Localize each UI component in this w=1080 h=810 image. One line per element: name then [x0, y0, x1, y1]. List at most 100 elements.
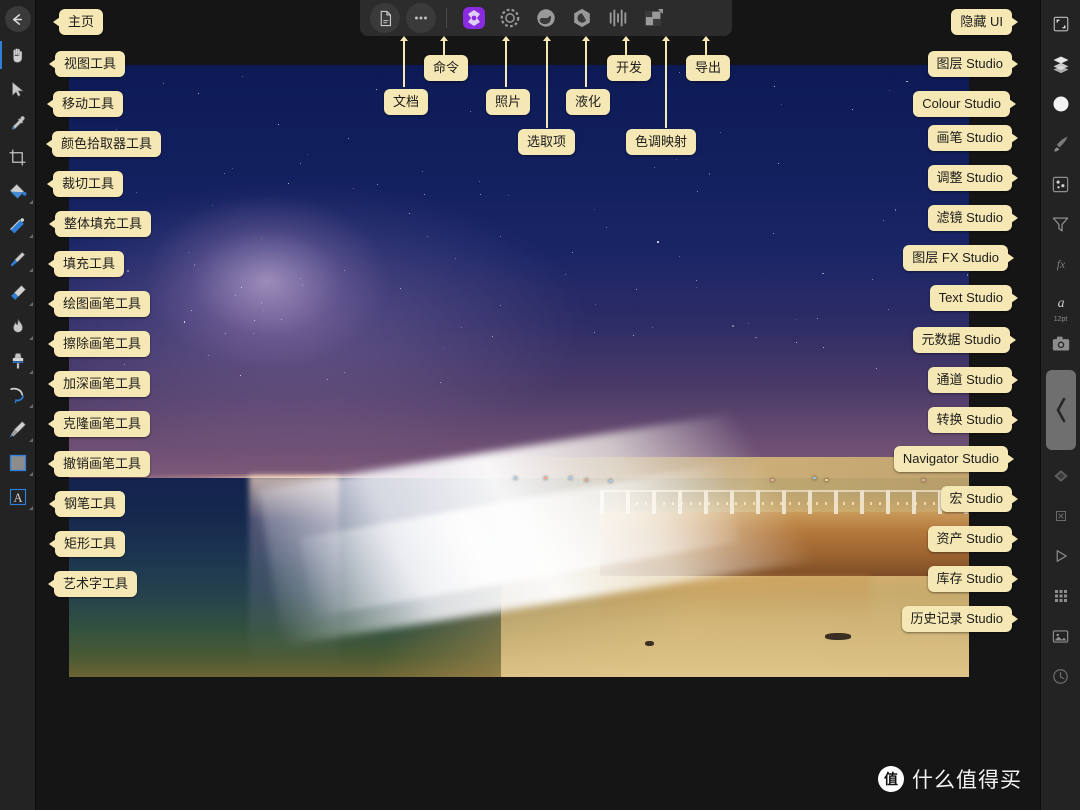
commands-button[interactable]	[406, 3, 436, 33]
star	[261, 237, 263, 239]
paint-bucket-icon	[9, 183, 27, 199]
star	[905, 80, 908, 83]
leader-selections-persona	[543, 36, 551, 128]
star	[116, 129, 118, 131]
cursor-icon	[12, 81, 24, 97]
persona-liquify[interactable]	[529, 3, 563, 33]
star	[301, 284, 304, 286]
document-button[interactable]	[370, 3, 400, 33]
persona-photo[interactable]	[457, 3, 491, 33]
top-toolbar[interactable]	[360, 0, 732, 36]
callout-studio-macro: 宏 Studio	[940, 486, 1019, 512]
callout-studio-text: Text Studio	[929, 285, 1019, 311]
star	[719, 132, 721, 134]
star	[299, 162, 301, 164]
tool-paint-brush[interactable]	[0, 242, 36, 276]
tool-flyout-indicator	[28, 336, 33, 340]
star	[231, 168, 233, 170]
studio-transform[interactable]	[1041, 496, 1080, 536]
studio-history[interactable]	[1041, 656, 1080, 696]
tool-undo-brush[interactable]	[0, 378, 36, 412]
macro-play-icon	[1054, 590, 1067, 602]
star	[306, 153, 308, 155]
star	[352, 188, 354, 190]
distant-light	[513, 477, 517, 480]
star	[234, 294, 236, 296]
hide-ui-icon	[1053, 16, 1068, 32]
star	[240, 286, 242, 288]
callout-studio-assets: 资产 Studio	[927, 526, 1019, 552]
brush-icon	[1053, 136, 1068, 152]
tool-flood-fill-all[interactable]	[0, 174, 36, 208]
studio-brushes[interactable]	[1041, 124, 1080, 164]
tool-colour-picker[interactable]	[0, 106, 36, 140]
star	[633, 334, 635, 336]
studio-assets[interactable]	[1041, 616, 1080, 656]
star	[774, 85, 776, 87]
filter-funnel-icon	[1052, 217, 1069, 231]
star	[376, 183, 378, 185]
tool-clone-brush[interactable]	[0, 344, 36, 378]
star	[253, 319, 255, 321]
tool-fill[interactable]	[0, 208, 36, 242]
adjustment-icon	[1052, 176, 1069, 192]
rectangle-icon	[9, 454, 26, 472]
studio-layers[interactable]	[1041, 44, 1080, 84]
studio-macro[interactable]	[1041, 576, 1080, 616]
tool-rectangle[interactable]	[0, 446, 36, 480]
tool-crop[interactable]	[0, 140, 36, 174]
affinity-photo-window: A fx a 12pt 主页 视图工具 移动工具 颜色拾取器工具 裁切工具 整体…	[0, 0, 1080, 810]
star	[183, 320, 186, 323]
right-studio-toolbar[interactable]: fx a 12pt	[1040, 0, 1080, 810]
studio-channels[interactable]	[1041, 456, 1080, 496]
callout-persona-selections: 选取项	[518, 129, 576, 155]
star	[894, 209, 897, 211]
star	[421, 171, 423, 173]
star	[455, 258, 457, 260]
tool-burn-brush[interactable]	[0, 310, 36, 344]
studio-layer-fx[interactable]: fx	[1041, 244, 1080, 284]
persona-selections[interactable]	[493, 3, 527, 33]
callout-tool-erase-brush: 擦除画笔工具	[47, 331, 151, 357]
tool-move[interactable]	[0, 72, 36, 106]
star	[676, 159, 678, 161]
burn-icon	[12, 318, 23, 333]
persona-export[interactable]	[637, 3, 671, 33]
star	[638, 81, 640, 83]
callout-hide-ui: 隐藏 UI	[951, 9, 1018, 35]
studio-adjustment[interactable]	[1041, 164, 1080, 204]
left-tools-toolbar[interactable]: A	[0, 0, 36, 810]
studio-colour[interactable]	[1041, 84, 1080, 124]
back-button[interactable]	[4, 6, 31, 32]
tool-view[interactable]	[0, 38, 36, 72]
star	[223, 173, 225, 175]
tool-pen[interactable]	[0, 412, 36, 446]
persona-tone-mapping[interactable]	[601, 3, 635, 33]
eyedropper-icon	[11, 115, 25, 130]
star	[442, 348, 444, 350]
studio-filters[interactable]	[1041, 204, 1080, 244]
callout-tool-pen: 钢笔工具	[48, 491, 126, 517]
star	[253, 332, 255, 334]
persona-develop[interactable]	[565, 3, 599, 33]
studio-hide-ui[interactable]	[1041, 4, 1080, 44]
tool-artistic-text[interactable]: A	[0, 480, 36, 514]
star	[162, 82, 165, 85]
star	[348, 138, 350, 140]
tool-erase-brush[interactable]	[0, 276, 36, 310]
callout-tool-view: 视图工具	[48, 51, 126, 77]
studio-metadata[interactable]	[1041, 324, 1080, 364]
photo-canvas[interactable]	[69, 65, 969, 677]
canvas-area[interactable]	[36, 0, 1040, 810]
star	[136, 191, 138, 193]
watermark-text: 什么值得买	[912, 769, 1022, 792]
develop-persona-icon	[574, 8, 590, 28]
studio-text[interactable]: a 12pt	[1041, 284, 1080, 324]
leader-develop-persona	[622, 36, 630, 55]
panel-collapse-button[interactable]	[1045, 370, 1076, 450]
star	[773, 233, 775, 235]
studio-navigator[interactable]	[1041, 536, 1080, 576]
svg-text:A: A	[13, 491, 22, 505]
callout-studio-navigator: Navigator Studio	[893, 446, 1015, 472]
star	[127, 270, 130, 272]
